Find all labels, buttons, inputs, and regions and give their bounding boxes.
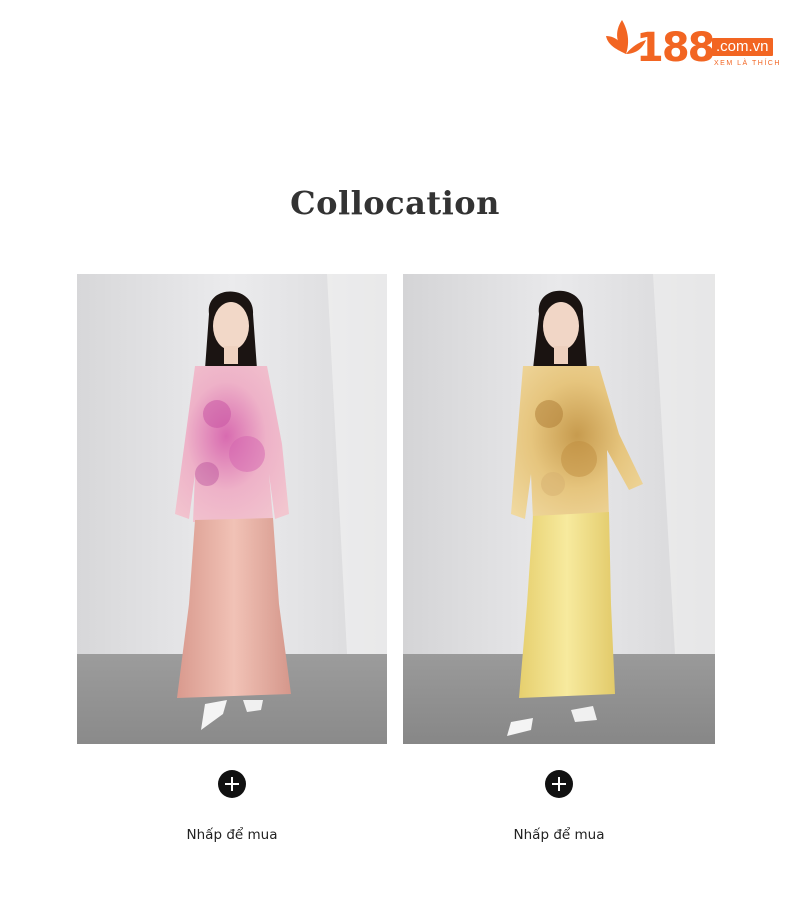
add-to-cart-button[interactable]	[218, 770, 246, 798]
buy-link[interactable]: Nhấp để mua	[77, 827, 387, 843]
site-logo[interactable]: 188 .com.vn XEM LÀ THÍCH	[606, 14, 784, 84]
logo-domain: .com.vn	[712, 38, 773, 56]
product-card-yellow: Nhấp để mua	[403, 274, 715, 843]
add-to-cart-button[interactable]	[545, 770, 573, 798]
buy-link[interactable]: Nhấp để mua	[403, 827, 715, 843]
logo-number: 188	[636, 25, 715, 71]
section-title: Collocation	[290, 184, 500, 222]
product-card-pink: Nhấp để mua	[77, 274, 387, 843]
product-image[interactable]	[403, 274, 715, 744]
logo-tagline: XEM LÀ THÍCH	[714, 60, 781, 67]
product-image[interactable]	[77, 274, 387, 744]
